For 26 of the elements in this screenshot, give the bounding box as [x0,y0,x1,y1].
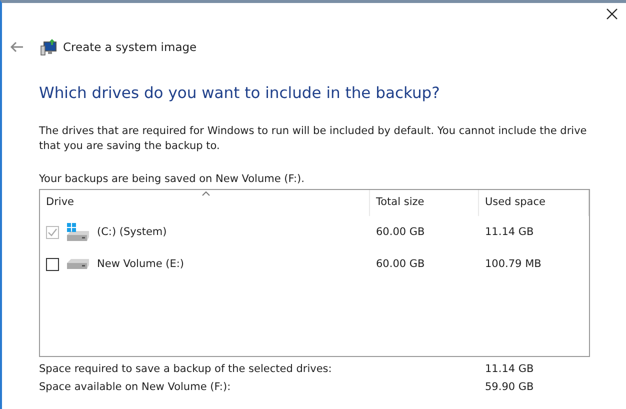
table-cell-text: 100.79 MB [484,258,542,270]
drive-name: (C:) (System) [97,226,167,238]
drive-name: New Volume (E:) [97,258,184,270]
summary-value: 11.14 GB [485,363,534,375]
table-cell-text: 60.00 GB [375,226,426,238]
back-button[interactable] [8,39,26,55]
computer-icon [40,38,58,56]
check-icon [47,226,58,238]
back-icon [10,41,24,53]
checkbox[interactable] [46,258,59,270]
sort-icon [202,191,210,196]
description-text: The drives that are required for Windows to run will be included by default. You cannot include the drive that you are saving the backup to. [39,124,588,154]
drive-icon [67,259,89,269]
close-icon [606,8,618,20]
column-header[interactable]: Used space [479,190,589,216]
window-title: Create a system image [63,40,197,54]
summary-label: Space required to save a backup of the selected drives: [39,363,333,375]
save-location-text: Your backups are being saved on New Volume (F:). [39,173,306,185]
page-heading: Which drives do you want to include in the backup? [39,84,441,102]
column-header[interactable]: Drive [40,190,370,216]
summary-label: Space available on New Volume (F:): [39,381,232,393]
system-drive-icon [67,223,89,241]
summary-value: 59.90 GB [485,381,534,393]
column-header[interactable]: Total size [370,190,479,216]
table-cell-text: 11.14 GB [484,226,535,238]
table-cell-text: 60.00 GB [375,258,426,270]
